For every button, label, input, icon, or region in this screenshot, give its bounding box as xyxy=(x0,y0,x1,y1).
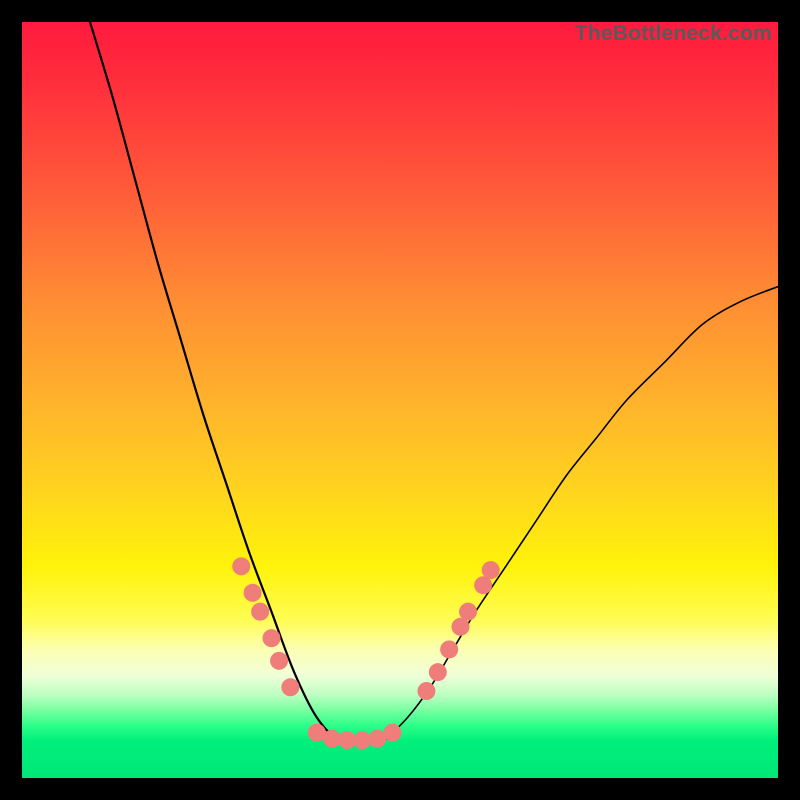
bead-marker xyxy=(459,603,477,621)
bead-marker xyxy=(251,603,269,621)
bead-marker xyxy=(262,629,280,647)
bead-marker xyxy=(383,724,401,742)
plot-area: TheBottleneck.com xyxy=(22,22,778,778)
bead-marker xyxy=(429,663,447,681)
bead-marker xyxy=(232,557,250,575)
bead-marker xyxy=(270,652,288,670)
chart-frame: TheBottleneck.com xyxy=(0,0,800,800)
bead-marker xyxy=(482,561,500,579)
bead-marker xyxy=(417,682,435,700)
bead-group xyxy=(232,557,499,749)
curve-svg xyxy=(22,22,778,778)
bead-marker xyxy=(440,640,458,658)
bead-marker xyxy=(281,678,299,696)
curve-left-arm xyxy=(90,22,385,742)
bead-marker xyxy=(244,584,262,602)
